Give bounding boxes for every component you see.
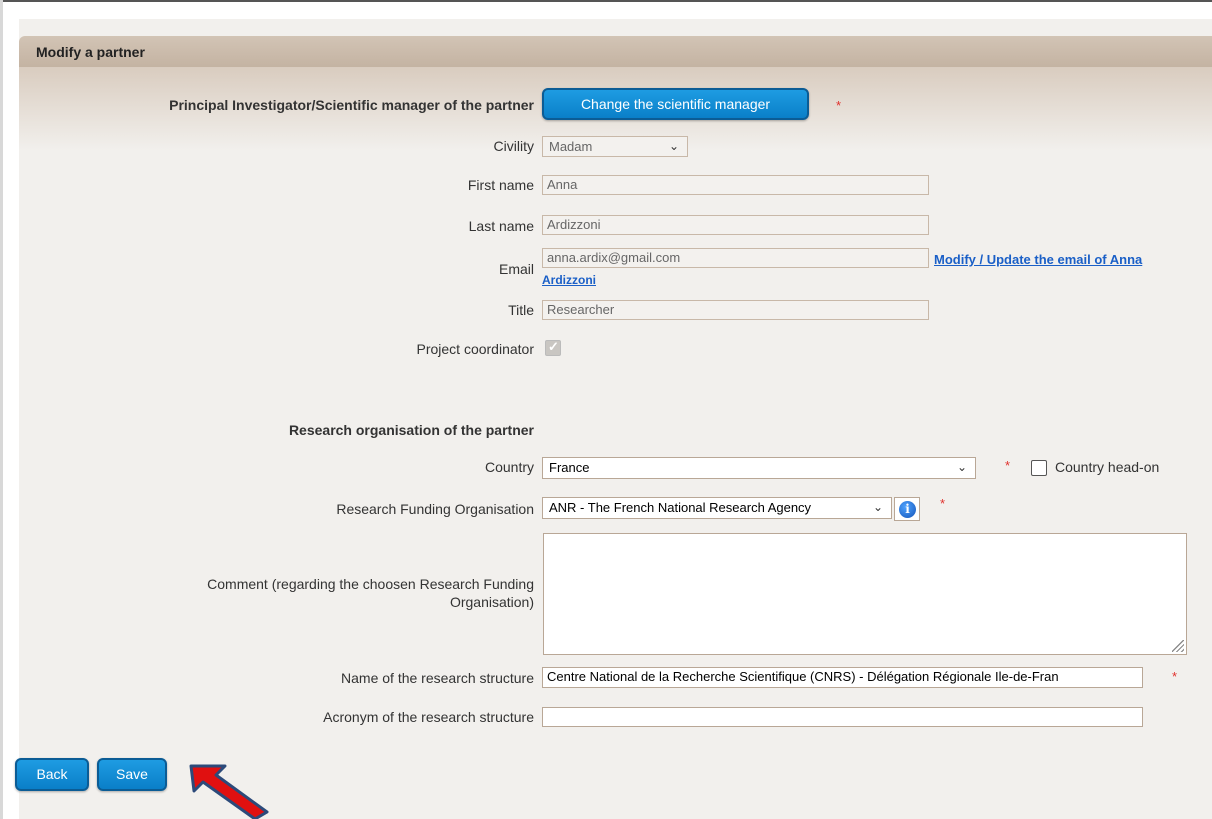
scientific-manager-label: Principal Investigator/Scientific manage…: [169, 97, 534, 113]
panel-title: Modify a partner: [36, 44, 145, 60]
civility-value: Madam: [549, 139, 593, 154]
update-email-link-cont[interactable]: Ardizzoni: [542, 272, 596, 288]
last-name-label: Last name: [468, 218, 534, 234]
acronym-label: Acronym of the research structure: [323, 709, 534, 725]
country-head-on-label: Country head-on: [1055, 459, 1160, 475]
email-field[interactable]: anna.ardix@gmail.com: [542, 248, 929, 268]
research-structure-label: Name of the research structure: [341, 670, 534, 686]
civility-select[interactable]: Madam ⌄: [542, 136, 688, 157]
window-left-border: [0, 0, 3, 819]
country-select[interactable]: France ⌄: [542, 457, 976, 479]
country-head-on-checkbox[interactable]: [1031, 460, 1047, 476]
save-button[interactable]: Save: [97, 758, 167, 791]
title-label: Title: [508, 302, 534, 318]
project-coordinator-checkbox[interactable]: ✓: [545, 339, 561, 356]
email-label: Email: [498, 261, 534, 277]
country-label: Country: [484, 459, 534, 475]
resize-handle-icon[interactable]: [1172, 640, 1184, 652]
info-icon[interactable]: i: [894, 497, 920, 521]
update-email-link[interactable]: Modify / Update the email of Anna: [934, 252, 1142, 268]
required-marker: *: [836, 98, 842, 113]
comment-label-line2: Organisation): [449, 594, 534, 610]
funding-organisation-label: Research Funding Organisation: [336, 501, 534, 517]
acronym-field[interactable]: [542, 707, 1143, 727]
required-marker: *: [1005, 458, 1011, 473]
chevron-down-icon: ⌄: [872, 500, 883, 514]
panel-header: Modify a partner: [19, 36, 1212, 67]
checkmark-icon: ✓: [548, 339, 559, 354]
change-scientific-manager-button[interactable]: Change the scientific manager: [542, 88, 809, 120]
required-marker: *: [1172, 669, 1178, 684]
first-name-label: First name: [467, 177, 534, 193]
country-value: France: [549, 460, 590, 475]
back-button[interactable]: Back: [15, 758, 89, 791]
last-name-field[interactable]: Ardizzoni: [542, 215, 929, 235]
project-coordinator-label: Project coordinator: [416, 341, 534, 357]
title-field[interactable]: Researcher: [542, 300, 929, 320]
required-marker: *: [940, 496, 946, 511]
funding-organisation-value: ANR - The French National Research Agenc…: [549, 500, 812, 515]
civility-label: Civility: [493, 138, 534, 154]
comment-textarea[interactable]: [543, 533, 1187, 655]
chevron-down-icon: ⌄: [668, 139, 679, 153]
annotation-arrow-icon: [189, 764, 269, 819]
research-organisation-label: Research organisation of the partner: [288, 422, 534, 438]
chevron-down-icon: ⌄: [956, 460, 967, 474]
funding-organisation-select[interactable]: ANR - The French National Research Agenc…: [542, 497, 892, 519]
window-top-border: [0, 0, 1212, 2]
comment-label-line1: Comment (regarding the choosen Research …: [207, 576, 534, 592]
research-structure-field[interactable]: Centre National de la Recherche Scientif…: [542, 667, 1143, 688]
first-name-field[interactable]: Anna: [542, 175, 929, 195]
